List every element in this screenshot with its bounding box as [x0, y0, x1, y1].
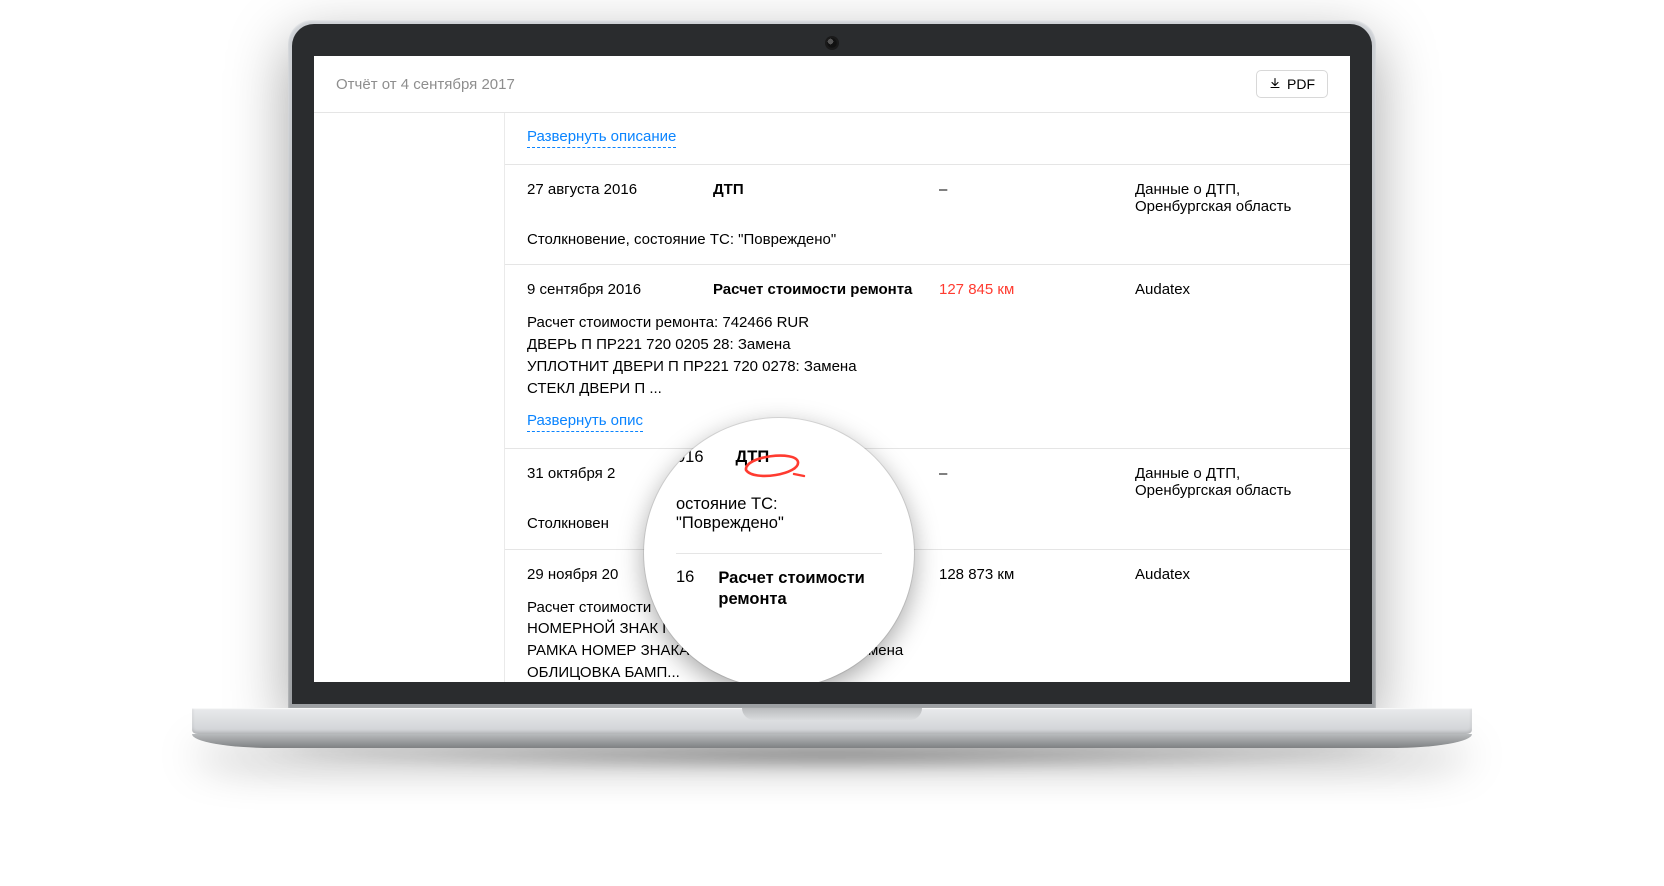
report-body: Развернуть описание 27 августа 2016 ДТП … [314, 113, 1350, 682]
timeline-event: 31 октября 2 – Данные о ДТП, Оренбургска… [505, 448, 1350, 549]
event-source: Audatex [1135, 566, 1328, 583]
screen-bezel: Отчёт от 4 сентября 2017 PDF Развернуть … [292, 24, 1372, 704]
event-km: 127 845 км [939, 281, 1119, 298]
laptop-base [192, 708, 1472, 756]
screen-frame: Отчёт от 4 сентября 2017 PDF Развернуть … [288, 20, 1376, 708]
event-date: 31 октября 2 [527, 465, 697, 482]
event-date: 29 ноября 20 [527, 566, 697, 583]
timeline-event: 29 ноября 20 128 873 км Audatex Расчет с… [505, 549, 1350, 683]
expand-link[interactable]: Развернуть опис [527, 411, 643, 432]
pdf-label: PDF [1287, 76, 1315, 92]
report-topbar: Отчёт от 4 сентября 2017 PDF [314, 56, 1350, 113]
event-description: Столкновен [527, 513, 1328, 535]
report-date: Отчёт от 4 сентября 2017 [336, 76, 515, 93]
event-description: Столкновение, состояние ТС: "Повреждено" [527, 229, 1328, 251]
download-icon [1269, 76, 1281, 92]
event-km: 128 873 км [939, 566, 1119, 583]
timeline: Развернуть описание 27 августа 2016 ДТП … [505, 113, 1350, 682]
event-source: Данные о ДТП, Оренбургская область [1135, 465, 1328, 499]
trackpad-notch [742, 708, 922, 720]
laptop-frame: Отчёт от 4 сентября 2017 PDF Развернуть … [192, 20, 1472, 756]
viewport: Отчёт от 4 сентября 2017 PDF Развернуть … [314, 56, 1350, 682]
expand-link[interactable]: Развернуть описание [527, 127, 676, 148]
event-km: – [939, 465, 1119, 482]
event-source: Audatex [1135, 281, 1328, 298]
timeline-event: 27 августа 2016 ДТП – Данные о ДТП, Орен… [505, 164, 1350, 265]
event-source: Данные о ДТП, Оренбургская область [1135, 181, 1328, 215]
camera-icon [827, 38, 837, 48]
timeline-event: 9 сентября 2016 Расчет стоимости ремонта… [505, 264, 1350, 448]
event-description: Расчет стоимости НОМЕРНОЙ ЗНАК Пкла: 948… [527, 597, 1328, 683]
event-title: ДТП [713, 181, 923, 198]
event-km: – [939, 181, 1119, 198]
report: Отчёт от 4 сентября 2017 PDF Развернуть … [314, 56, 1350, 682]
event-date: 27 августа 2016 [527, 181, 697, 198]
download-pdf-button[interactable]: PDF [1256, 70, 1328, 98]
left-gutter [314, 113, 505, 682]
event-date: 9 сентября 2016 [527, 281, 697, 298]
event-description: Расчет стоимости ремонта: 742466 RUR ДВЕ… [527, 312, 1328, 399]
event-title: Расчет стоимости ремонта [713, 281, 923, 298]
